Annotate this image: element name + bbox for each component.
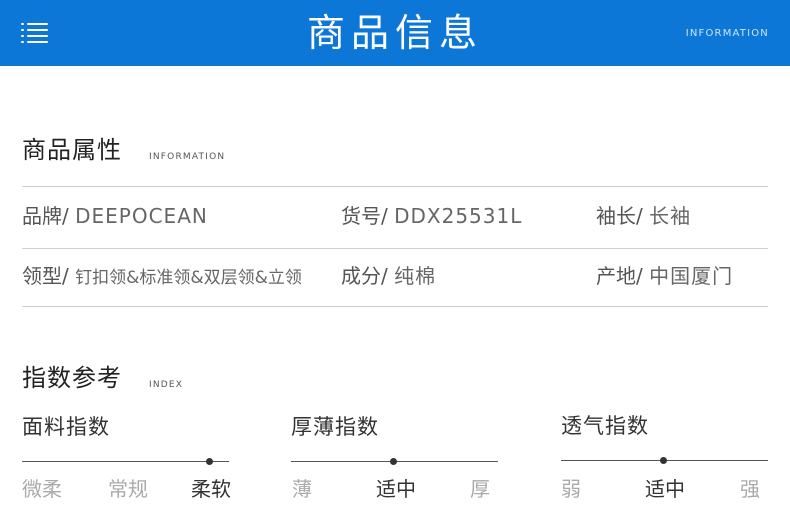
gauge-label: 弱 xyxy=(561,477,581,501)
attr-value: DDX25531L xyxy=(394,204,523,228)
attr-key: 产地/ xyxy=(596,264,643,288)
attr-key: 成分/ xyxy=(341,264,388,288)
gauge-label: 厚 xyxy=(470,477,490,501)
gauge-label: 微柔 xyxy=(22,477,62,501)
gauge-indicator xyxy=(206,458,213,465)
attr-value: 中国厦门 xyxy=(649,264,734,288)
attr-key: 品牌/ xyxy=(22,204,69,228)
gauge-title-breathability: 透气指数 xyxy=(561,414,649,438)
gauge-indicator xyxy=(660,457,667,464)
index-title: 指数参考 xyxy=(22,364,122,392)
attr-brand: 品牌/ DEEPOCEAN xyxy=(22,203,208,229)
gauge-title-fabric: 面料指数 xyxy=(22,415,110,439)
gauge-label: 常规 xyxy=(108,477,148,501)
attr-key: 领型/ xyxy=(22,264,69,288)
gauge-track-fabric xyxy=(22,458,229,465)
attr-value: 钉扣领&标准领&双层领&立领 xyxy=(75,268,302,288)
divider xyxy=(22,186,768,187)
attr-material: 成分/ 纯棉 xyxy=(341,263,436,289)
gauge-track-breathability xyxy=(561,457,768,464)
gauge-title-thickness: 厚薄指数 xyxy=(291,415,379,439)
gauge-label: 强 xyxy=(740,477,760,501)
divider xyxy=(22,248,768,249)
gauge-track-thickness xyxy=(291,458,498,465)
divider xyxy=(22,306,768,307)
attr-value: 长袖 xyxy=(649,204,692,228)
attr-value: 纯棉 xyxy=(394,264,437,288)
gauge-label: 柔软 xyxy=(191,477,231,501)
gauge-label: 薄 xyxy=(292,477,312,501)
attr-value: DEEPOCEAN xyxy=(75,204,208,228)
attr-collar: 领型/ 钉扣领&标准领&双层领&立领 xyxy=(22,263,302,291)
attr-item-number: 货号/ DDX25531L xyxy=(341,203,522,229)
page-subtitle: INFORMATION xyxy=(685,28,769,39)
attr-key: 袖长/ xyxy=(596,204,643,228)
attr-key: 货号/ xyxy=(341,204,388,228)
gauge-label: 适中 xyxy=(645,477,685,501)
gauge-label: 适中 xyxy=(376,477,416,501)
page-title: 商品信息 xyxy=(306,11,483,55)
attributes-title: 商品属性 xyxy=(22,136,122,164)
attributes-subtitle: INFORMATION xyxy=(149,152,226,162)
index-subtitle: INDEX xyxy=(149,380,184,390)
attr-sleeve-length: 袖长/ 长袖 xyxy=(596,203,691,229)
header-bar: 商品信息 INFORMATION xyxy=(0,0,790,66)
attr-origin: 产地/ 中国厦门 xyxy=(596,263,733,289)
gauge-indicator xyxy=(390,458,397,465)
